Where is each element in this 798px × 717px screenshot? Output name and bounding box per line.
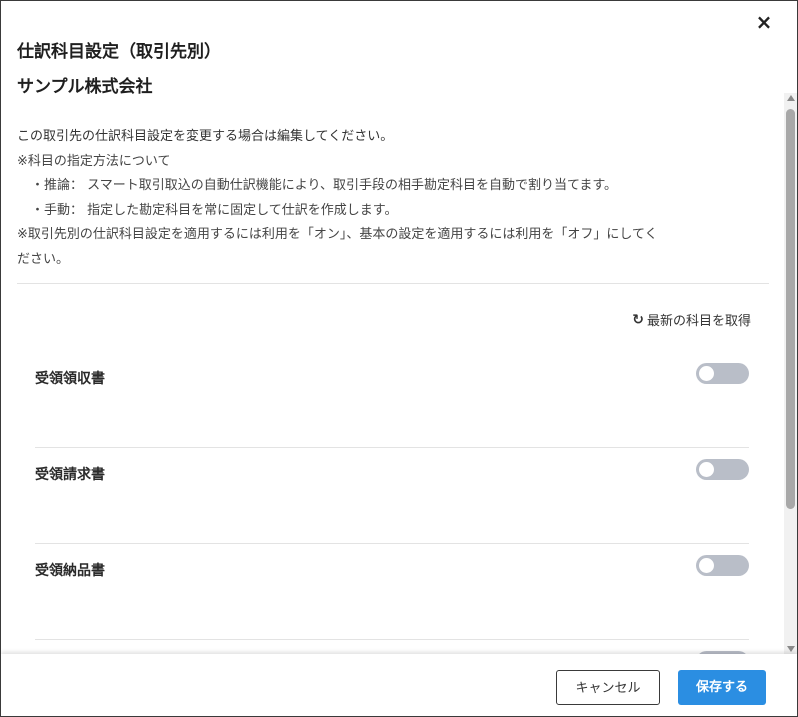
- toggle-knob: [699, 366, 714, 381]
- refresh-accounts-button[interactable]: ↻ 最新の科目を取得: [632, 310, 751, 330]
- cancel-button[interactable]: キャンセル: [556, 670, 660, 705]
- description-line: ・手動： 指定した勘定科目を常に固定して仕訳を作成します。: [31, 202, 398, 218]
- setting-row-label: 受領納品書: [35, 563, 105, 579]
- toggle-knob: [699, 558, 714, 573]
- scroll-down-icon[interactable]: [787, 646, 795, 652]
- setting-row: [35, 639, 749, 654]
- dialog-footer: キャンセル 保存する: [1, 654, 797, 716]
- description: この取引先の仕訳科目設定を変更する場合は編集してください。 ※科目の指定方法につ…: [17, 125, 757, 272]
- divider: [17, 283, 769, 284]
- save-button[interactable]: 保存する: [678, 670, 766, 705]
- toggle-knob: [699, 462, 714, 477]
- description-line: ※取引先別の仕訳科目設定を適用するには利用を「オン」、基本の設定を適用するには利…: [17, 227, 658, 242]
- dialog-title: 仕訳科目設定（取引先別）: [17, 42, 221, 62]
- description-line: この取引先の仕訳科目設定を変更する場合は編集してください。: [17, 129, 394, 144]
- setting-row-label: 受領領収書: [35, 371, 105, 387]
- setting-row-label: 受領請求書: [35, 467, 105, 483]
- refresh-icon: ↻: [632, 311, 644, 328]
- description-line: ださい。: [17, 251, 70, 267]
- dialog: × 仕訳科目設定（取引先別） サンプル株式会社 この取引先の仕訳科目設定を変更す…: [0, 0, 798, 717]
- toggle-switch[interactable]: [696, 363, 749, 384]
- description-line: ※科目の指定方法について: [17, 153, 171, 169]
- settings-scroll-area[interactable]: この取引先の仕訳科目設定を変更する場合は編集してください。 ※科目の指定方法につ…: [1, 91, 784, 654]
- scroll-up-icon[interactable]: [787, 95, 795, 101]
- scrollbar[interactable]: [784, 93, 797, 654]
- description-line: ・推論： スマート取引取込の自動仕訳機能により、取引手段の相手勘定科目を自動で割…: [31, 178, 618, 193]
- setting-row: 受領請求書: [35, 447, 749, 544]
- toggle-switch[interactable]: [696, 459, 749, 480]
- setting-row: 受領領収書: [35, 351, 749, 448]
- scrollbar-thumb[interactable]: [786, 109, 795, 509]
- toggle-switch[interactable]: [696, 555, 749, 576]
- close-icon[interactable]: ×: [753, 11, 775, 33]
- refresh-label: 最新の科目を取得: [646, 314, 751, 329]
- setting-row: 受領納品書: [35, 543, 749, 640]
